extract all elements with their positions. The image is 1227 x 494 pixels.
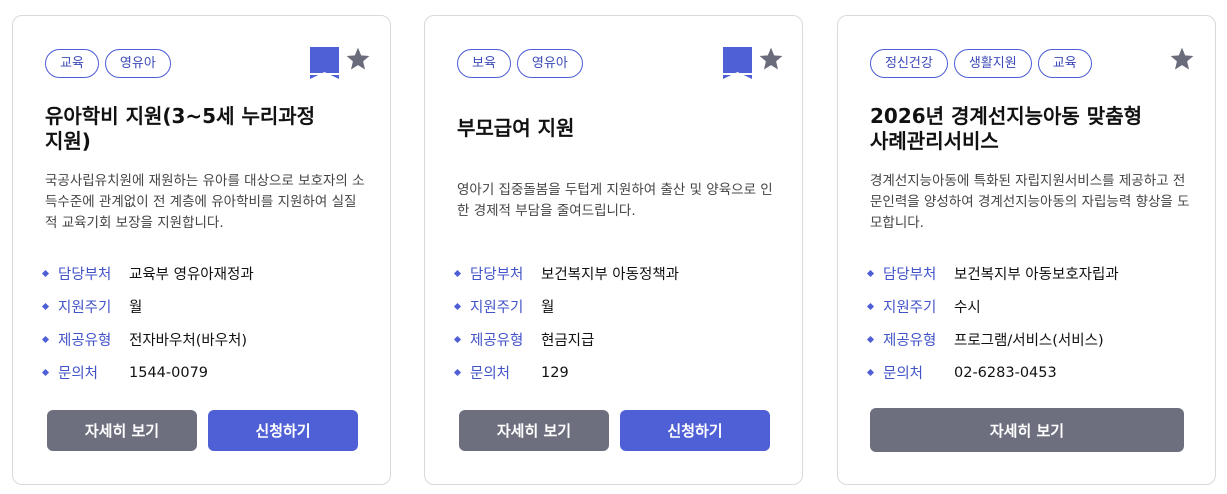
benefit-title[interactable]: 부모급여 지원 <box>457 116 775 141</box>
diamond-bullet-icon <box>866 335 875 344</box>
diamond-bullet-icon <box>866 368 875 377</box>
info-row-type: 제공유형 전자바우처(바우처) <box>41 323 254 356</box>
diamond-bullet-icon <box>453 335 462 344</box>
apply-button[interactable]: 신청하기 <box>208 410 358 451</box>
diamond-bullet-icon <box>453 368 462 377</box>
info-row-cycle: 지원주기 월 <box>453 290 679 323</box>
info-label: 제공유형 <box>470 333 524 349</box>
info-row-contact: 문의처 1544-0079 <box>41 356 254 389</box>
info-value: 월 <box>129 300 143 316</box>
info-row-type: 제공유형 프로그램/서비스(서비스) <box>866 323 1119 356</box>
info-list: 담당부처 보건복지부 아동정책과 지원주기 월 제공유형 현금지급 문의처 129 <box>453 257 680 389</box>
diamond-bullet-icon <box>41 302 50 311</box>
apply-button[interactable]: 신청하기 <box>620 410 770 451</box>
info-label: 제공유형 <box>883 333 937 349</box>
info-label: 지원주기 <box>58 300 112 316</box>
info-value: 현금지급 <box>541 333 595 349</box>
diamond-bullet-icon <box>41 269 50 278</box>
info-value: 보건복지부 아동정책과 <box>541 267 680 283</box>
category-tag[interactable]: 영유아 <box>104 49 171 78</box>
info-row-department: 담당부처 보건복지부 아동보호자립과 <box>866 257 1119 290</box>
info-value: 프로그램/서비스(서비스) <box>954 333 1104 349</box>
bookmark-icon[interactable] <box>723 47 752 79</box>
info-label: 지원주기 <box>883 300 937 316</box>
bookmark-icon[interactable] <box>310 47 339 79</box>
benefit-card: 보육 영유아 부모급여 지원 영아기 집중돌봄을 두텁게 지원하여 출산 및 양… <box>424 15 803 485</box>
view-details-button[interactable]: 자세히 보기 <box>459 410 609 451</box>
diamond-bullet-icon <box>453 269 462 278</box>
info-value: 월 <box>541 300 555 316</box>
tag-list: 정신건강 생활지원 교육 <box>870 49 1092 78</box>
star-icon[interactable] <box>345 46 371 72</box>
info-label: 담당부처 <box>58 267 112 283</box>
info-row-contact: 문의처 129 <box>453 356 679 389</box>
star-icon[interactable] <box>758 46 784 72</box>
info-row-department: 담당부처 교육부 영유아재정과 <box>41 257 254 290</box>
info-list: 담당부처 교육부 영유아재정과 지원주기 월 제공유형 전자바우처(바우처) 문의처 1… <box>41 257 254 389</box>
category-tag[interactable]: 생활지원 <box>953 49 1032 78</box>
info-row-type: 제공유형 현금지급 <box>453 323 679 356</box>
info-label: 문의처 <box>58 366 99 382</box>
benefit-title[interactable]: 유아학비 지원(3~5세 누리과정 지원) <box>45 104 363 154</box>
benefit-title[interactable]: 2026년 경계선지능아동 맞춤형 사례관리서비스 <box>870 104 1188 154</box>
info-row-cycle: 지원주기 수시 <box>866 290 1119 323</box>
info-value: 1544-0079 <box>129 364 209 381</box>
info-row-department: 담당부처 보건복지부 아동정책과 <box>453 257 680 290</box>
info-value: 02-6283-0453 <box>954 364 1057 381</box>
info-list: 담당부처 보건복지부 아동보호자립과 지원주기 수시 제공유형 프로그램/서비스(서비… <box>866 257 1119 389</box>
diamond-bullet-icon <box>41 335 50 344</box>
star-icon[interactable] <box>1169 46 1195 72</box>
info-value: 전자바우처(바우처) <box>129 333 248 349</box>
info-label: 지원주기 <box>470 300 524 316</box>
info-label: 문의처 <box>883 366 924 382</box>
tag-list: 보육 영유아 <box>457 49 583 78</box>
category-tag[interactable]: 영유아 <box>516 49 583 78</box>
benefit-card: 정신건강 생활지원 교육 2026년 경계선지능아동 맞춤형 사례관리서비스 경… <box>837 15 1216 485</box>
category-tag[interactable]: 교육 <box>1037 49 1092 78</box>
view-details-button[interactable]: 자세히 보기 <box>870 408 1184 452</box>
category-tag[interactable]: 보육 <box>457 49 511 78</box>
tag-list: 교육 영유아 <box>45 49 171 78</box>
benefit-card: 교육 영유아 유아학비 지원(3~5세 누리과정 지원) 국공사립유치원에 재원… <box>12 15 391 485</box>
info-row-cycle: 지원주기 월 <box>41 290 254 323</box>
diamond-bullet-icon <box>453 302 462 311</box>
diamond-bullet-icon <box>866 269 875 278</box>
benefit-description: 경계선지능아동에 특화된 자립지원서비스를 제공하고 전문인력을 양성하여 경계… <box>870 173 1190 231</box>
info-label: 문의처 <box>470 366 511 382</box>
category-tag[interactable]: 정신건강 <box>870 49 948 78</box>
diamond-bullet-icon <box>41 368 50 377</box>
info-label: 담당부처 <box>883 267 937 283</box>
info-value: 보건복지부 아동보호자립과 <box>954 267 1119 283</box>
info-row-contact: 문의처 02-6283-0453 <box>866 356 1119 389</box>
benefit-description: 국공사립유치원에 재원하는 유아를 대상으로 보호자의 소득수준에 관계없이 전… <box>45 173 365 231</box>
view-details-button[interactable]: 자세히 보기 <box>47 410 197 451</box>
benefit-description: 영아기 집중돌봄을 두텁게 지원하여 출산 및 양육으로 인한 경제적 부담을 … <box>457 182 773 219</box>
info-value: 129 <box>541 364 569 381</box>
info-value: 교육부 영유아재정과 <box>129 267 254 283</box>
info-label: 담당부처 <box>470 267 524 283</box>
diamond-bullet-icon <box>866 302 875 311</box>
info-label: 제공유형 <box>58 333 112 349</box>
category-tag[interactable]: 교육 <box>45 49 99 78</box>
info-value: 수시 <box>954 300 981 316</box>
